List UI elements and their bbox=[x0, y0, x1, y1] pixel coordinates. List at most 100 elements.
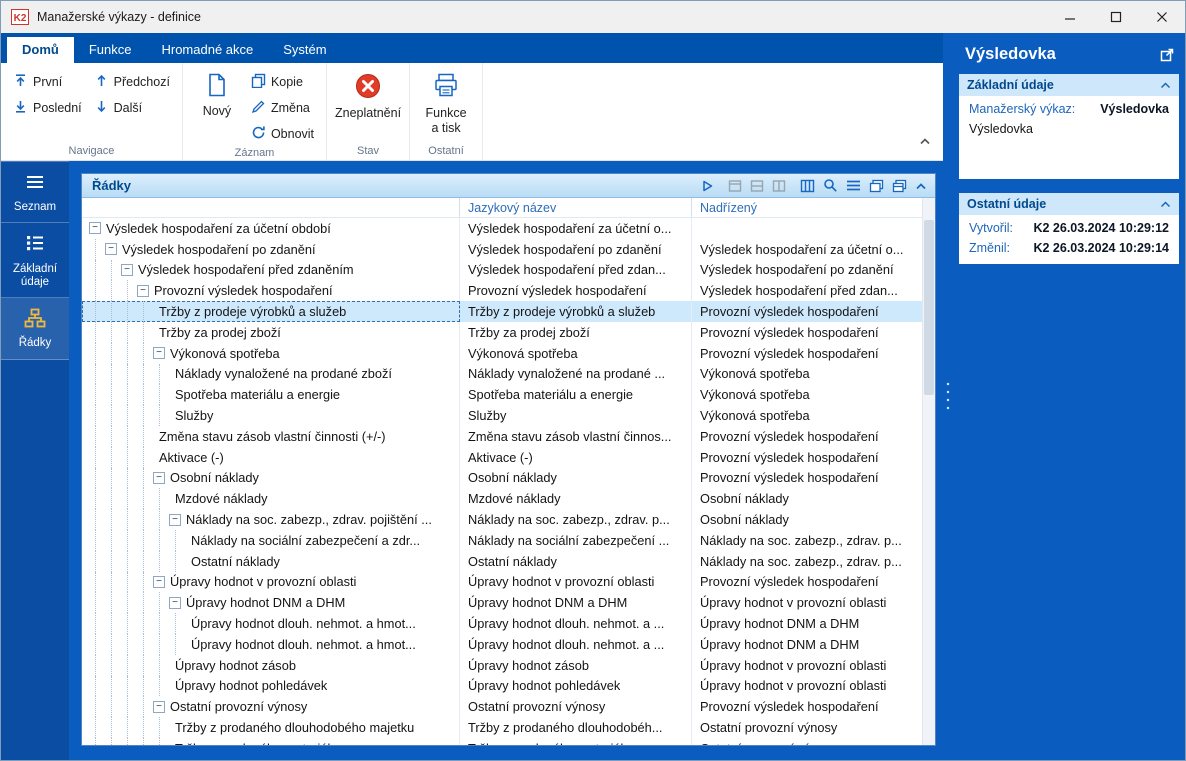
tree-row[interactable]: Mzdové náklady Mzdové náklady Osobní nákla… bbox=[82, 488, 922, 510]
row-lang-cell[interactable]: Změna stavu zásob vlastní činnos... bbox=[460, 425, 692, 447]
row-lang-cell[interactable]: Ostatní provozní výnosy bbox=[460, 696, 692, 718]
row-lang-cell[interactable]: Osobní náklady bbox=[460, 467, 692, 489]
row-name-cell[interactable]: Úpravy hodnot zásob bbox=[82, 654, 460, 676]
change-button[interactable]: Změna bbox=[245, 97, 320, 119]
row-lang-cell[interactable]: Náklady vynaložené na prodané ... bbox=[460, 363, 692, 385]
tree-row[interactable]: − Ostatní provozní výnosy Ostatní provozní… bbox=[82, 696, 922, 718]
tree-row[interactable]: Úpravy hodnot dlouh. nehmot. a hmot... Úp… bbox=[82, 633, 922, 655]
scrollbar-thumb[interactable] bbox=[924, 220, 934, 395]
row-name-cell[interactable]: Tržby z prodeje výrobků a služeb bbox=[82, 301, 460, 322]
row-parent-cell[interactable]: Provozní výsledek hospodaření bbox=[692, 343, 922, 364]
row-parent-cell[interactable]: Provozní výsledek hospodaření bbox=[692, 447, 922, 468]
row-name-cell[interactable]: Náklady vynaložené na prodané zboží bbox=[82, 363, 460, 385]
row-name-cell[interactable]: Tržby z prodaného materiálu bbox=[82, 737, 460, 745]
row-parent-cell[interactable]: Provozní výsledek hospodaření bbox=[692, 322, 922, 343]
last-button[interactable]: Poslední bbox=[7, 97, 88, 119]
row-lang-cell[interactable]: Úpravy hodnot dlouh. nehmot. a ... bbox=[460, 633, 692, 655]
invalidate-button[interactable]: Zneplatnění bbox=[333, 66, 403, 123]
tree-collapse-toggle[interactable]: − bbox=[153, 700, 165, 713]
tree-row[interactable]: − Výsledek hospodaření před zdaněním Výsle… bbox=[82, 259, 922, 281]
basic-data-header[interactable]: Základní údaje bbox=[959, 74, 1179, 96]
tab-domu[interactable]: Domů bbox=[7, 37, 74, 63]
tree-row[interactable]: − Úpravy hodnot DNM a DHM Úpravy hodnot DN… bbox=[82, 592, 922, 614]
table-view-icon[interactable] bbox=[750, 179, 764, 193]
row-parent-cell[interactable]: Provozní výsledek hospodaření bbox=[692, 572, 922, 593]
tree-row[interactable]: Změna stavu zásob vlastní činnosti (+/-)… bbox=[82, 425, 922, 447]
tree-row[interactable]: Spotřeba materiálu a energie Spotřeba mat… bbox=[82, 384, 922, 406]
row-lang-cell[interactable]: Úpravy hodnot v provozní oblasti bbox=[460, 571, 692, 593]
tree-row[interactable]: Ostatní náklady Ostatní náklady Náklady na… bbox=[82, 550, 922, 572]
print-functions-button[interactable]: Funkce a tisk bbox=[416, 66, 476, 137]
tree-collapse-toggle[interactable]: − bbox=[121, 263, 133, 276]
row-parent-cell[interactable] bbox=[692, 218, 922, 239]
row-lang-cell[interactable]: Tržby z prodaného dlouhodobéh... bbox=[460, 717, 692, 738]
tree-collapse-toggle[interactable]: − bbox=[169, 596, 181, 609]
row-name-cell[interactable]: − Výsledek hospodaření před zdaněním bbox=[82, 259, 460, 281]
row-name-cell[interactable]: − Osobní náklady bbox=[82, 467, 460, 489]
row-parent-cell[interactable]: Výkonová spotřeba bbox=[692, 364, 922, 385]
form-view-icon[interactable] bbox=[728, 179, 742, 193]
sidebar-item-radky[interactable]: Řádky bbox=[1, 298, 69, 360]
tree-row[interactable]: Tržby z prodaného materiálu Tržby z proda… bbox=[82, 737, 922, 745]
row-name-cell[interactable]: − Ostatní provozní výnosy bbox=[82, 696, 460, 718]
column-header-name[interactable] bbox=[82, 198, 460, 217]
row-parent-cell[interactable]: Úpravy hodnot v provozní oblasti bbox=[692, 655, 922, 676]
play-icon[interactable] bbox=[700, 179, 714, 193]
row-lang-cell[interactable]: Výkonová spotřeba bbox=[460, 342, 692, 364]
tree-row[interactable]: − Úpravy hodnot v provozní oblasti Úpravy … bbox=[82, 571, 922, 593]
search-settings-icon[interactable] bbox=[823, 178, 838, 193]
tree-collapse-toggle[interactable]: − bbox=[105, 243, 117, 256]
tree-row[interactable]: Úpravy hodnot zásob Úpravy hodnot zásob Úp… bbox=[82, 654, 922, 676]
row-lang-cell[interactable]: Ostatní náklady bbox=[460, 550, 692, 572]
row-parent-cell[interactable]: Ostatní provozní výnosy bbox=[692, 717, 922, 738]
tree-row[interactable]: − Výsledek hospodaření za účetní období Vý… bbox=[82, 218, 922, 239]
row-parent-cell[interactable]: Provozní výsledek hospodaření bbox=[692, 301, 922, 322]
row-lang-cell[interactable]: Tržby z prodeje výrobků a služeb bbox=[460, 301, 692, 322]
menu-icon[interactable] bbox=[846, 179, 861, 192]
row-name-cell[interactable]: Náklady na sociální zabezpečení a zdr... bbox=[82, 529, 460, 551]
chevron-up-icon[interactable] bbox=[1160, 76, 1171, 94]
row-lang-cell[interactable]: Náklady na soc. zabezp., zdrav. p... bbox=[460, 509, 692, 530]
row-name-cell[interactable]: − Výkonová spotřeba bbox=[82, 342, 460, 364]
tree-row[interactable]: Úpravy hodnot dlouh. nehmot. a hmot... Úp… bbox=[82, 613, 922, 634]
tree-row[interactable]: − Výkonová spotřeba Výkonová spotřeba Provo… bbox=[82, 342, 922, 364]
vertical-scrollbar[interactable] bbox=[922, 198, 935, 745]
tree-row[interactable]: Tržby z prodaného dlouhodobého majetku Tr… bbox=[82, 717, 922, 738]
collapse-panel-icon[interactable] bbox=[915, 182, 927, 190]
row-lang-cell[interactable]: Úpravy hodnot dlouh. nehmot. a ... bbox=[460, 613, 692, 634]
row-name-cell[interactable]: Aktivace (-) bbox=[82, 446, 460, 468]
refresh-button[interactable]: Obnovit bbox=[245, 123, 320, 145]
tree-collapse-toggle[interactable]: − bbox=[169, 513, 181, 526]
row-lang-cell[interactable]: Tržby z prodaného materiálu bbox=[460, 737, 692, 745]
row-name-cell[interactable]: Úpravy hodnot dlouh. nehmot. a hmot... bbox=[82, 613, 460, 634]
row-name-cell[interactable]: Spotřeba materiálu a energie bbox=[82, 384, 460, 406]
row-lang-cell[interactable]: Výsledek hospodaření po zdanění bbox=[460, 238, 692, 260]
columns-icon[interactable] bbox=[800, 179, 815, 193]
row-lang-cell[interactable]: Úpravy hodnot DNM a DHM bbox=[460, 592, 692, 614]
first-button[interactable]: První bbox=[7, 71, 88, 93]
row-parent-cell[interactable]: Výkonová spotřeba bbox=[692, 384, 922, 405]
row-parent-cell[interactable]: Výsledek hospodaření před zdan... bbox=[692, 280, 922, 301]
tree-row[interactable]: − Provozní výsledek hospodaření Provozní v… bbox=[82, 280, 922, 302]
row-parent-cell[interactable]: Provozní výsledek hospodaření bbox=[692, 468, 922, 489]
panel-splitter[interactable] bbox=[943, 33, 953, 760]
tree-row[interactable]: Náklady na sociální zabezpečení a zdr...… bbox=[82, 529, 922, 551]
row-parent-cell[interactable]: Úpravy hodnot DNM a DHM bbox=[692, 613, 922, 634]
tab-hromadne-akce[interactable]: Hromadné akce bbox=[146, 37, 268, 63]
row-parent-cell[interactable]: Provozní výsledek hospodaření bbox=[692, 426, 922, 447]
tab-funkce[interactable]: Funkce bbox=[74, 37, 147, 63]
tree-row[interactable]: Náklady vynaložené na prodané zboží Nákla… bbox=[82, 363, 922, 385]
tree-row[interactable]: Tržby z prodeje výrobků a služeb Tržby z … bbox=[82, 301, 922, 322]
chevron-up-icon[interactable] bbox=[1160, 195, 1171, 213]
row-lang-cell[interactable]: Služby bbox=[460, 405, 692, 426]
close-button[interactable] bbox=[1139, 1, 1185, 33]
row-lang-cell[interactable]: Náklady na sociální zabezpečení ... bbox=[460, 529, 692, 551]
row-parent-cell[interactable]: Provozní výsledek hospodaření bbox=[692, 696, 922, 717]
maximize-button[interactable] bbox=[1093, 1, 1139, 33]
column-header-lang[interactable]: Jazykový název bbox=[460, 198, 692, 217]
tree-collapse-toggle[interactable]: − bbox=[153, 347, 165, 360]
tree-collapse-toggle[interactable]: − bbox=[137, 284, 149, 297]
row-lang-cell[interactable]: Aktivace (-) bbox=[460, 446, 692, 468]
ribbon-collapse-icon[interactable] bbox=[919, 132, 931, 150]
row-name-cell[interactable]: Tržby za prodej zboží bbox=[82, 321, 460, 343]
